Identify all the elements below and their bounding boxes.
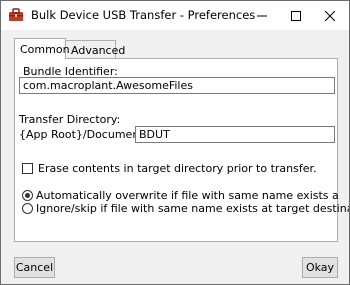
preferences-window: Bulk Device USB Transfer - Preferences C… [0, 0, 350, 285]
overwrite-radio-label: Automatically overwrite if file with sam… [36, 189, 339, 202]
ignore-skip-radio[interactable] [22, 203, 33, 214]
maximize-icon [291, 10, 301, 21]
erase-contents-label: Erase contents in target directory prior… [38, 162, 317, 175]
transfer-directory-prefix: {App Root}/Documents/ [19, 128, 154, 141]
close-icon [325, 10, 335, 21]
transfer-directory-input[interactable]: BDUT [135, 126, 335, 143]
maximize-button[interactable] [279, 1, 313, 30]
cancel-button[interactable]: Cancel [14, 257, 55, 278]
erase-contents-checkbox[interactable] [22, 163, 33, 174]
ignore-skip-radio-label: Ignore/skip if file with same name exist… [36, 202, 350, 215]
close-button[interactable] [313, 1, 347, 30]
tab-advanced[interactable]: Advanced [65, 40, 125, 59]
overwrite-radio[interactable] [22, 190, 33, 201]
minimize-button[interactable] [245, 1, 279, 30]
toolbox-app-icon [8, 8, 24, 22]
okay-button[interactable]: Okay [302, 257, 338, 278]
minimize-icon [257, 11, 267, 21]
bundle-identifier-input[interactable]: com.macroplant.AwesomeFiles [19, 77, 335, 94]
window-title: Bulk Device USB Transfer - Preferences [31, 8, 256, 22]
tab-common[interactable]: Common [14, 38, 70, 59]
transfer-directory-label: Transfer Directory: [19, 113, 121, 126]
title-bar: Bulk Device USB Transfer - Preferences [1, 1, 349, 30]
common-tab-panel: Bundle Identifier: com.macroplant.Awesom… [14, 58, 349, 242]
